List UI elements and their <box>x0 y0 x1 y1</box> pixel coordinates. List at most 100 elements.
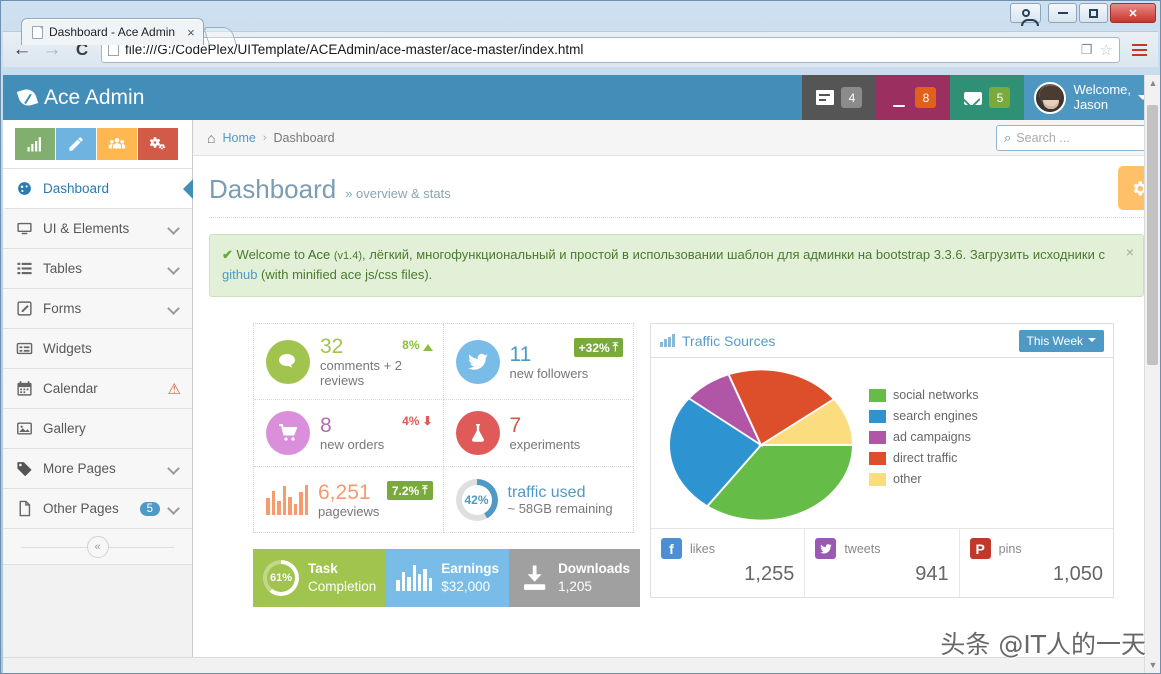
group-icon <box>108 138 126 149</box>
maximize-button[interactable] <box>1079 3 1108 23</box>
infobox-text: 8 new orders <box>320 414 384 452</box>
social-stat-pins[interactable]: P pins 1,050 <box>960 529 1113 597</box>
envelope-icon <box>964 91 983 105</box>
panel-title: Traffic Sources <box>682 332 776 349</box>
sidebar-item-more-pages[interactable]: More Pages <box>3 449 192 489</box>
breadcrumb-home[interactable]: Home <box>222 131 255 145</box>
chevron-down-icon <box>1088 338 1096 346</box>
brand[interactable]: Ace Admin <box>3 75 193 120</box>
scroll-up-icon[interactable]: ▲ <box>1145 75 1160 91</box>
sidebar-item-widgets[interactable]: Widgets <box>3 329 192 369</box>
scrollbar-thumb[interactable] <box>1147 105 1158 365</box>
browser-menu-icon[interactable] <box>1128 43 1150 56</box>
avatar <box>1034 81 1067 114</box>
search-input[interactable]: ⌕ Search ... <box>996 124 1146 151</box>
minimize-button[interactable] <box>1048 3 1077 23</box>
browser-tab[interactable]: Dashboard - Ace Admin × <box>21 18 204 45</box>
infobox-experiments[interactable]: 7 experiments <box>443 400 633 468</box>
collapse-icon[interactable]: « <box>86 535 109 558</box>
navbar-tasks[interactable]: 4 <box>802 75 877 120</box>
tile-text: Earnings $32,000 <box>441 560 499 596</box>
users-shortcut[interactable] <box>97 128 137 160</box>
bars-icon <box>396 565 433 592</box>
infobox-label: ~ 58GB remaining <box>507 501 613 517</box>
sidebar-item-tables[interactable]: Tables <box>3 249 192 289</box>
translate-icon[interactable]: ❐ <box>1081 42 1093 58</box>
tile-line1: Task <box>308 561 338 577</box>
close-window-button[interactable]: ✕ <box>1110 3 1156 23</box>
home-icon[interactable]: ⌂ <box>207 130 215 146</box>
close-icon[interactable]: × <box>1126 242 1134 264</box>
social-stat-tweets[interactable]: tweets 941 <box>805 529 960 598</box>
minimize-icon <box>1057 12 1068 14</box>
infobox-text: 7 experiments <box>510 414 581 452</box>
alert-version: (v1.4) <box>333 250 362 262</box>
ring-value: 61% <box>269 572 293 585</box>
window-controls: ✕ <box>1010 3 1156 26</box>
sidebar-item-label: Gallery <box>43 421 86 436</box>
pie-chart[interactable] <box>661 370 861 521</box>
infobox-text: traffic used ~ 58GB remaining <box>508 484 613 517</box>
infobox-followers[interactable]: 11 new followers +32% ⤒ <box>443 324 633 401</box>
app-navbar: Ace Admin 4 8 5 Welcome, Jason <box>3 75 1160 120</box>
legend-label: ad campaigns <box>893 430 971 445</box>
social-stat-value: 1,050 <box>1052 563 1103 586</box>
body-row: Dashboard UI & Elements Tables Forms Wid… <box>3 120 1160 673</box>
scroll-down-icon[interactable]: ▼ <box>1145 657 1160 673</box>
list-icon <box>15 260 34 277</box>
edit-shortcut[interactable] <box>56 128 96 160</box>
legend-label: direct traffic <box>893 451 958 466</box>
sidebar-collapse-row[interactable]: « <box>3 529 192 565</box>
legend-label: other <box>893 472 922 487</box>
page-viewport: Ace Admin 4 8 5 Welcome, Jason Dashboard… <box>3 75 1160 673</box>
bars-icon <box>266 484 308 515</box>
title-bar: Dashboard - Ace Admin × ✕ <box>1 1 1160 45</box>
new-tab-button[interactable] <box>202 27 237 45</box>
settings-shortcut[interactable] <box>138 128 178 160</box>
trend-value: +32% <box>578 340 610 355</box>
navbar-messages[interactable]: 5 <box>950 75 1025 120</box>
tasks-icon <box>816 90 835 105</box>
address-bar[interactable]: file:///G:/CodePlex/UITemplate/ACEAdmin/… <box>101 36 1120 63</box>
social-stat-likes[interactable]: f likes 1,255 <box>651 529 806 598</box>
person-icon <box>1020 9 1039 26</box>
tile-earnings[interactable]: Earnings $32,000 <box>386 549 510 608</box>
infobox-traffic-used[interactable]: 42% traffic used ~ 58GB remaining <box>443 467 633 534</box>
chart-legend: social networks search engines ad campai… <box>869 370 978 520</box>
navbar-user-menu[interactable]: Welcome, Jason <box>1024 75 1160 120</box>
chevron-down-icon <box>167 262 180 275</box>
legend-swatch <box>869 388 886 402</box>
widgets-row: 32 comments + 2 reviews 8% 11 new follow… <box>209 301 1144 608</box>
main-content: ⌂ Home › Dashboard ⌕ Search ... Dashboar… <box>193 120 1160 673</box>
gears-icon <box>149 137 166 150</box>
breadcrumb-current: Dashboard <box>273 130 335 145</box>
sidebar-item-dashboard[interactable]: Dashboard <box>3 169 192 209</box>
sidebar-item-gallery[interactable]: Gallery <box>3 409 192 449</box>
calendar-icon <box>15 380 34 397</box>
bookmark-star-icon[interactable]: ☆ <box>1100 41 1113 59</box>
pinterest-icon: P <box>969 538 991 560</box>
tile-downloads[interactable]: Downloads 1,205 <box>509 549 641 608</box>
horizontal-scrollbar[interactable] <box>3 657 1144 673</box>
chart-shortcut[interactable] <box>15 128 55 160</box>
widget-icon <box>15 340 34 357</box>
alert-suffix: (with minified ace js/css files). <box>261 267 433 283</box>
sidebar-item-calendar[interactable]: Calendar ⚠ <box>3 369 192 409</box>
sidebar-item-forms[interactable]: Forms <box>3 289 192 329</box>
navbar-notifications[interactable]: 8 <box>876 75 951 120</box>
infobox-comments[interactable]: 32 comments + 2 reviews 8% <box>254 324 444 401</box>
github-link[interactable]: github <box>222 267 257 282</box>
period-dropdown[interactable]: This Week <box>1018 329 1104 352</box>
legend-swatch <box>869 451 886 465</box>
navbar-spacer <box>193 75 802 120</box>
vertical-scrollbar[interactable]: ▲ ▼ <box>1144 75 1160 673</box>
sidebar-item-label: Forms <box>43 301 82 316</box>
browser-window: Dashboard - Ace Admin × ✕ ← → C file:///… <box>0 0 1161 674</box>
sidebar-item-other-pages[interactable]: Other Pages 5 <box>3 489 192 529</box>
user-switch-button[interactable] <box>1010 3 1041 26</box>
infobox-pageviews[interactable]: 6,251 pageviews 7.2% ⤒ <box>254 467 444 534</box>
sidebar-item-ui-elements[interactable]: UI & Elements <box>3 209 192 249</box>
infobox-orders[interactable]: 8 new orders 4% ⬇ <box>254 400 444 468</box>
tile-task-completion[interactable]: 61% Task Completion <box>253 549 387 608</box>
close-icon[interactable]: × <box>187 26 195 39</box>
